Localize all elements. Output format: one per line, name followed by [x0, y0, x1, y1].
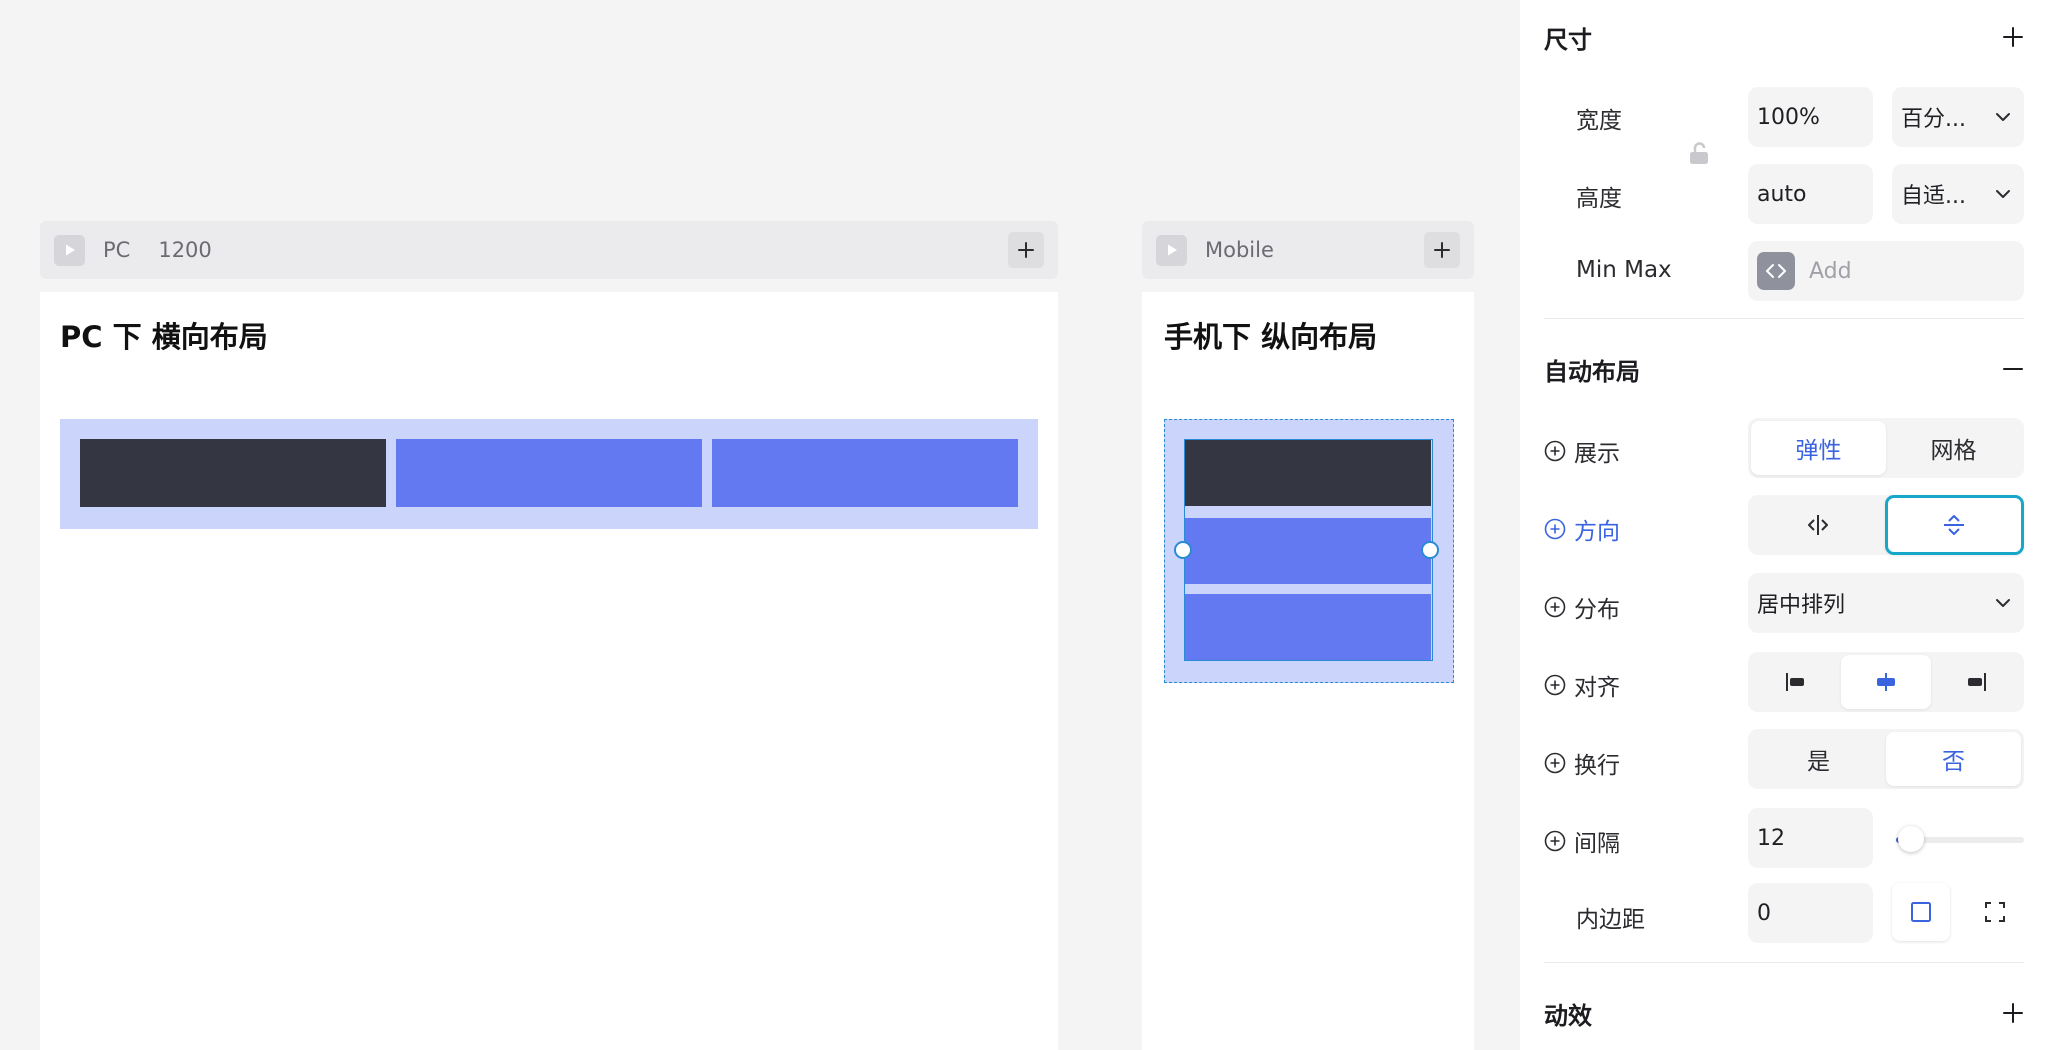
padding-uniform-icon — [1911, 902, 1931, 922]
minmax-placeholder: Add — [1809, 258, 1852, 284]
divider — [1544, 962, 2024, 963]
wrap-option-no[interactable]: 否 — [1886, 732, 2021, 786]
align-segmented — [1748, 652, 2024, 712]
add-circle-icon[interactable] — [1544, 674, 1566, 696]
align-center-icon — [1877, 673, 1895, 691]
gap-input[interactable]: 12 — [1748, 808, 1873, 868]
display-row-label: 展示 — [1544, 434, 1620, 468]
direction-vertical-icon — [1944, 515, 1965, 535]
pc-frame-header: PC 1200 — [40, 221, 1058, 279]
mobile-box-blue-1[interactable] — [1185, 518, 1431, 584]
add-circle-icon[interactable] — [1544, 752, 1566, 774]
gap-row-label: 间隔 — [1544, 824, 1620, 858]
pc-box-blue-1[interactable] — [396, 439, 702, 507]
wrap-option-yes[interactable]: 是 — [1751, 732, 1886, 786]
gap-slider-handle[interactable] — [1898, 826, 1924, 852]
plus-icon[interactable] — [2002, 1002, 2024, 1024]
display-option-grid[interactable]: 网格 — [1886, 421, 2021, 475]
pc-frame-name: PC — [103, 238, 131, 262]
resize-handle-right[interactable] — [1421, 541, 1439, 559]
mobile-frame-title: 手机下 纵向布局 — [1164, 320, 1378, 354]
direction-vertical-option[interactable] — [1884, 495, 2024, 555]
pc-frame-title: PC 下 横向布局 — [60, 320, 268, 354]
gap-slider[interactable] — [1896, 826, 2024, 852]
auto-layout-section-header[interactable]: 自动布局 — [1544, 349, 2024, 389]
distribution-select[interactable]: 居中排列 — [1748, 573, 2024, 633]
chevron-down-icon — [1996, 190, 2010, 198]
width-input[interactable]: 100% — [1748, 87, 1873, 147]
wrap-segmented: 是 否 — [1748, 729, 2024, 789]
mobile-box-blue-2[interactable] — [1185, 594, 1431, 660]
padding-label: 内边距 — [1576, 907, 1645, 933]
align-center-option[interactable] — [1841, 655, 1931, 709]
align-left-icon — [1786, 673, 1804, 691]
plus-icon — [1018, 242, 1034, 258]
direction-row-label: 方向 — [1544, 512, 1620, 546]
mobile-selected-stack[interactable] — [1174, 439, 1439, 661]
direction-horizontal-option[interactable] — [1751, 498, 1885, 552]
padding-uniform-button[interactable] — [1892, 883, 1950, 941]
direction-horizontal-icon — [1807, 515, 1828, 535]
size-section-header[interactable]: 尺寸 — [1544, 17, 2024, 57]
code-icon — [1757, 252, 1795, 290]
mobile-frame-name: Mobile — [1205, 238, 1274, 262]
minus-icon[interactable] — [2002, 358, 2024, 380]
play-icon — [1167, 244, 1177, 256]
distribution-row-label: 分布 — [1544, 590, 1620, 624]
mobile-frame-canvas[interactable]: 手机下 纵向布局 — [1142, 292, 1474, 1050]
pc-box-blue-2[interactable] — [712, 439, 1018, 507]
chevron-down-icon — [1996, 113, 2010, 121]
wrap-row-label: 换行 — [1544, 746, 1620, 780]
padding-individual-button[interactable] — [1966, 883, 2024, 941]
add-circle-icon[interactable] — [1544, 830, 1566, 852]
size-section-title: 尺寸 — [1544, 25, 1592, 54]
align-left-option[interactable] — [1751, 655, 1841, 709]
plus-icon[interactable] — [2002, 26, 2024, 48]
mobile-box-dark[interactable] — [1185, 440, 1431, 506]
pc-play-button[interactable] — [54, 234, 85, 266]
align-right-icon — [1968, 673, 1986, 691]
minmax-field[interactable]: Add — [1748, 241, 2024, 301]
pc-flex-container[interactable] — [60, 419, 1038, 529]
align-row-label: 对齐 — [1544, 668, 1620, 702]
width-unit-select[interactable]: 百分... — [1892, 87, 2024, 147]
add-circle-icon[interactable] — [1544, 440, 1566, 462]
animation-section-title: 动效 — [1544, 1001, 1592, 1030]
align-right-option[interactable] — [1931, 655, 2021, 709]
chevron-down-icon — [1996, 599, 2010, 607]
height-input[interactable]: auto — [1748, 164, 1873, 224]
resize-handle-left[interactable] — [1174, 541, 1192, 559]
auto-layout-section-title: 自动布局 — [1544, 357, 1640, 386]
padding-input[interactable]: 0 — [1748, 883, 1873, 943]
add-circle-icon[interactable] — [1544, 518, 1566, 540]
mobile-flex-container[interactable] — [1164, 419, 1454, 683]
add-circle-icon[interactable] — [1544, 596, 1566, 618]
properties-panel: 尺寸 宽度 100% 百分... 高度 auto 自适... Min Max A… — [1520, 0, 2048, 1050]
width-label: 宽度 — [1576, 108, 1622, 134]
mobile-add-button[interactable] — [1424, 232, 1460, 268]
unlock-icon[interactable] — [1686, 140, 1712, 166]
pc-frame-size: 1200 — [158, 238, 212, 262]
padding-individual-icon — [1985, 902, 2005, 922]
divider — [1544, 318, 2024, 319]
mobile-play-button[interactable] — [1156, 234, 1187, 266]
height-unit-select[interactable]: 自适... — [1892, 164, 2024, 224]
display-option-flex[interactable]: 弹性 — [1751, 421, 1886, 475]
mobile-frame-header: Mobile — [1142, 221, 1474, 279]
pc-box-dark[interactable] — [80, 439, 386, 507]
direction-segmented — [1748, 495, 2024, 555]
height-label: 高度 — [1576, 186, 1622, 212]
plus-icon — [1434, 242, 1450, 258]
minmax-label: Min Max — [1576, 257, 1672, 283]
display-segmented: 弹性 网格 — [1748, 418, 2024, 478]
play-icon — [65, 244, 75, 256]
pc-add-button[interactable] — [1008, 232, 1044, 268]
pc-frame-canvas[interactable]: PC 下 横向布局 — [40, 292, 1058, 1050]
animation-section-header[interactable]: 动效 — [1544, 993, 2024, 1033]
